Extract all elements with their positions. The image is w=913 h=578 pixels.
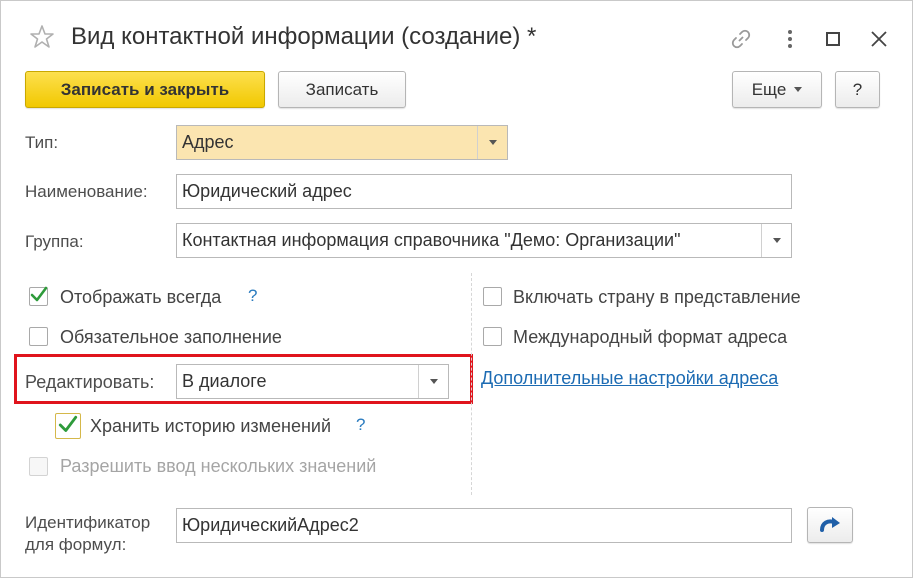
edit-mode-value: В диалоге <box>182 371 267 391</box>
name-label: Наименование: <box>25 182 148 201</box>
required-label[interactable]: Обязательное заполнение <box>60 327 282 348</box>
always-show-checkbox[interactable] <box>29 286 48 306</box>
always-show-label[interactable]: Отображать всегда <box>60 287 221 308</box>
always-show-help[interactable]: ? <box>248 286 257 306</box>
type-select[interactable]: Адрес <box>176 125 508 160</box>
edit-mode-label: Редактировать: <box>25 372 155 392</box>
identifier-value: ЮридическийАдрес2 <box>182 515 359 535</box>
identifier-label-line2: для формул: <box>25 535 127 554</box>
more-button[interactable]: Еще <box>732 71 822 108</box>
name-input[interactable]: Юридический адрес <box>176 174 792 209</box>
type-value: Адрес <box>182 132 234 152</box>
save-and-close-button[interactable]: Записать и закрыть <box>25 71 265 108</box>
more-vertical-icon[interactable] <box>777 26 803 52</box>
checkmark-icon <box>58 415 78 432</box>
keep-history-help[interactable]: ? <box>356 415 365 435</box>
name-value: Юридический адрес <box>182 181 352 201</box>
group-value: Контактная информация справочника "Демо:… <box>182 230 681 250</box>
help-button[interactable]: ? <box>835 71 880 108</box>
chevron-down-icon <box>794 87 803 92</box>
redo-arrow-icon <box>820 517 840 532</box>
identifier-label-line1: Идентификатор <box>25 513 151 532</box>
chevron-down-icon[interactable] <box>477 126 507 159</box>
keep-history-checkbox[interactable] <box>55 413 81 439</box>
column-divider <box>471 273 472 495</box>
maximize-icon[interactable] <box>820 26 846 52</box>
multiple-values-checkbox <box>29 457 48 476</box>
more-label: Еще <box>751 79 787 99</box>
window: Вид контактной информации (создание) * З… <box>0 0 913 578</box>
chevron-down-icon[interactable] <box>418 365 448 398</box>
identifier-input[interactable]: ЮридическийАдрес2 <box>176 508 792 543</box>
refresh-identifier-button[interactable] <box>807 507 853 543</box>
group-select[interactable]: Контактная информация справочника "Демо:… <box>176 223 792 258</box>
save-button[interactable]: Записать <box>278 71 406 108</box>
window-title: Вид контактной информации (создание) * <box>71 23 537 50</box>
include-country-checkbox[interactable] <box>483 287 502 306</box>
required-checkbox[interactable] <box>29 327 48 346</box>
include-country-label[interactable]: Включать страну в представление <box>513 287 801 308</box>
multiple-values-label: Разрешить ввод нескольких значений <box>60 456 377 476</box>
keep-history-label[interactable]: Хранить историю изменений <box>90 416 331 437</box>
intl-format-checkbox[interactable] <box>483 327 502 346</box>
identifier-label: Идентификатор для формул: <box>25 512 150 556</box>
checkmark-icon <box>30 286 48 302</box>
close-icon[interactable] <box>866 26 892 52</box>
intl-format-label[interactable]: Международный формат адреса <box>513 327 787 348</box>
type-label: Тип: <box>25 133 59 152</box>
chevron-down-icon[interactable] <box>761 224 791 257</box>
star-icon[interactable] <box>28 23 56 51</box>
edit-mode-select[interactable]: В диалоге <box>176 364 449 399</box>
group-label: Группа: <box>25 232 84 251</box>
link-icon[interactable] <box>728 26 754 52</box>
extra-address-settings-link[interactable]: Дополнительные настройки адреса <box>481 368 778 389</box>
